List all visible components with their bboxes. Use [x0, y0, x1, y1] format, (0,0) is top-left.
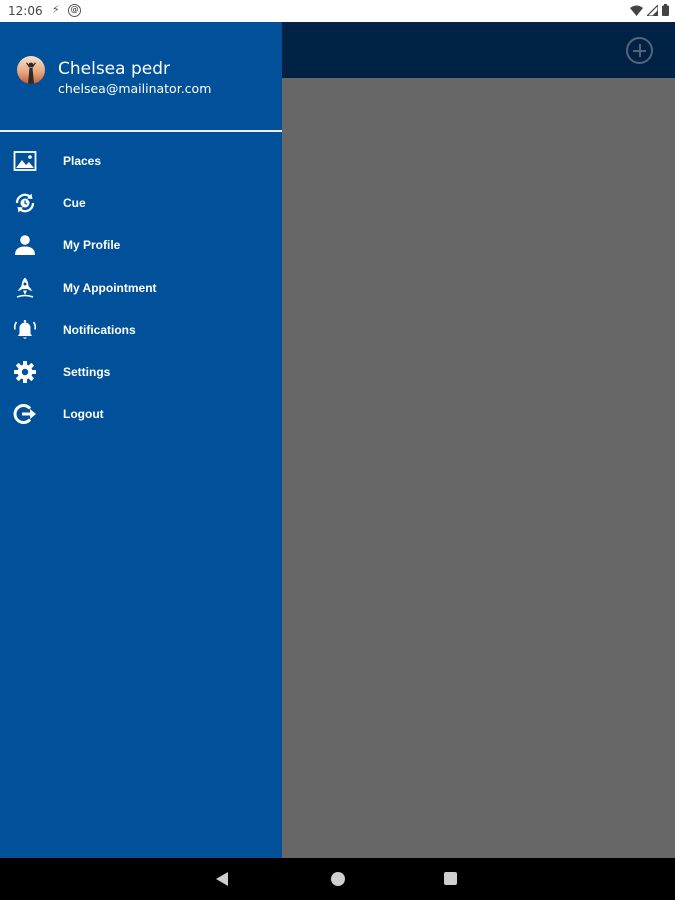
menu-item-logout[interactable]: Logout: [0, 393, 282, 435]
logout-icon: [13, 402, 37, 426]
bolt-icon: ⚡: [52, 3, 60, 16]
recents-icon[interactable]: [444, 872, 457, 885]
system-icons: [630, 4, 669, 16]
drawer-header: Chelsea pedr chelsea@mailinator.com: [0, 22, 282, 130]
menu-label-places: Places: [63, 154, 102, 168]
bell-ring-icon: [13, 318, 37, 342]
user-name: Chelsea pedr: [58, 59, 170, 79]
menu-item-my-profile[interactable]: My Profile: [0, 224, 282, 266]
battery-icon: [662, 4, 669, 16]
menu-label-notifications: Notifications: [63, 322, 136, 337]
signal-icon: [647, 4, 658, 16]
menu-item-places[interactable]: Places: [0, 140, 282, 182]
at-sign-icon: @: [68, 4, 81, 17]
drawer-menu: Places Cue My Profile My Appointment Not…: [0, 140, 282, 435]
add-circle-icon[interactable]: [626, 37, 653, 64]
menu-item-notifications[interactable]: Notifications: [0, 309, 282, 351]
home-icon[interactable]: [331, 872, 345, 886]
wifi-icon: [630, 5, 643, 16]
menu-label-my-appointment: My Appointment: [63, 280, 157, 295]
menu-item-settings[interactable]: Settings: [0, 351, 282, 393]
user-email: chelsea@mailinator.com: [58, 81, 212, 96]
sync-clock-icon: [13, 191, 37, 215]
status-time: 12:06: [8, 4, 43, 18]
image-icon: [13, 149, 37, 173]
gear-icon: [13, 360, 37, 384]
back-icon[interactable]: [216, 872, 228, 886]
menu-label-logout: Logout: [63, 407, 104, 422]
menu-label-settings: Settings: [63, 364, 111, 379]
rocket-icon: [13, 276, 37, 300]
divider: [0, 130, 282, 132]
person-icon: [13, 233, 37, 257]
menu-label-cue: Cue: [63, 196, 86, 211]
system-nav-bar: [0, 858, 675, 900]
menu-item-my-appointment[interactable]: My Appointment: [0, 267, 282, 309]
menu-label-my-profile: My Profile: [63, 238, 121, 253]
menu-item-cue[interactable]: Cue: [0, 182, 282, 224]
avatar[interactable]: [17, 56, 45, 84]
navigation-drawer: Chelsea pedr chelsea@mailinator.com Plac…: [0, 22, 282, 858]
status-bar: 12:06 ⚡ @: [0, 0, 675, 22]
